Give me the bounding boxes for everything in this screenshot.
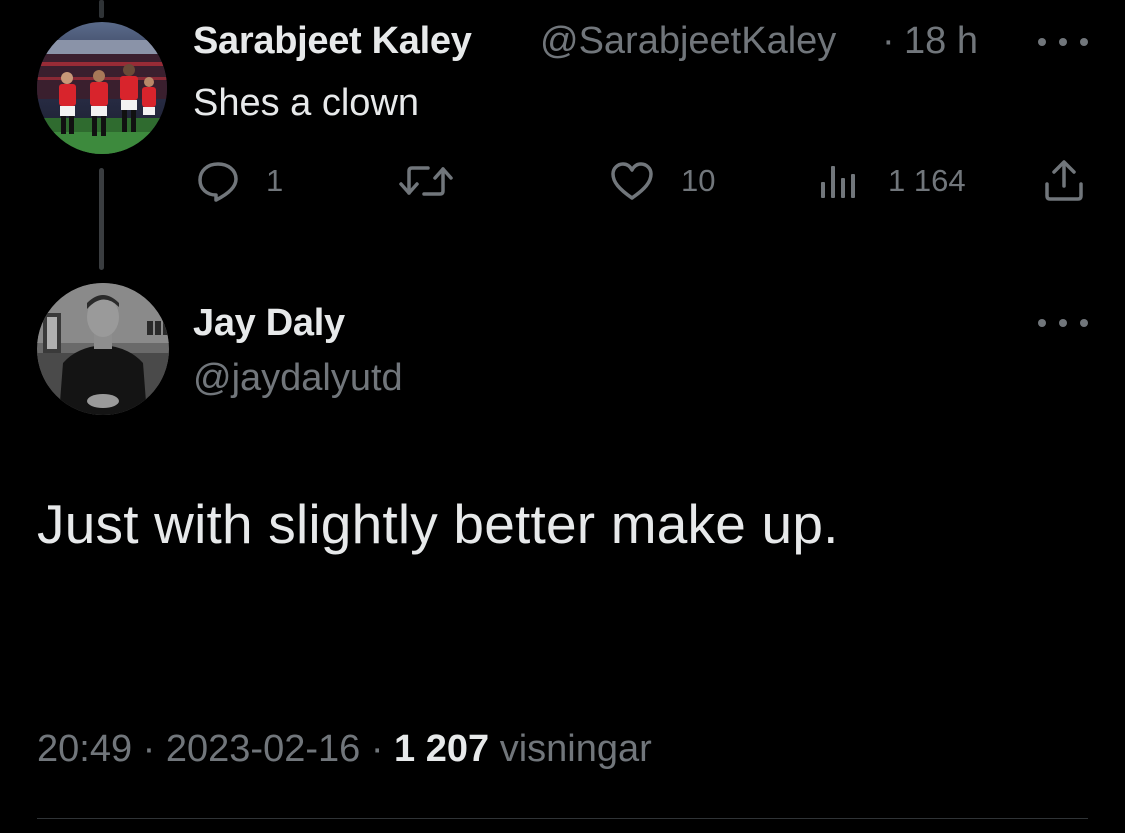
main-author-name[interactable]: Jay Daly: [193, 302, 345, 345]
heart-icon: [609, 160, 655, 202]
views-count: 1 164: [888, 163, 966, 198]
meta-separator: ·: [142, 728, 156, 770]
reply-timestamp[interactable]: 18 h: [904, 20, 978, 63]
reply-bubble-icon: [196, 160, 240, 202]
thread-connector-top: [99, 0, 104, 18]
views-total: 1 207: [394, 728, 490, 770]
reply-author-name[interactable]: Sarabjeet Kaley: [193, 20, 472, 63]
tweet-time[interactable]: 20:49: [37, 728, 132, 770]
reply-more-icon[interactable]: [1038, 32, 1088, 52]
jay-daly-avatar[interactable]: [37, 283, 169, 415]
reply-separator: ·: [882, 20, 895, 62]
meta-separator: ·: [370, 728, 384, 770]
divider: [37, 818, 1088, 819]
main-more-icon[interactable]: [1038, 313, 1088, 333]
main-author-handle[interactable]: @jaydalyutd: [193, 357, 403, 400]
retweet-icon: [398, 162, 454, 200]
share-upload-icon: [1042, 158, 1086, 202]
reply-author-handle[interactable]: @SarabjeetKaley: [540, 20, 836, 63]
dot: [1080, 319, 1088, 327]
tweet-metadata: 20:49 · 2023-02-16 · 1 207 visningar: [37, 728, 652, 771]
dot: [1038, 38, 1046, 46]
reply-count: 1: [266, 163, 284, 198]
tweet-date[interactable]: 2023-02-16: [166, 728, 360, 770]
like-count: 10: [681, 163, 716, 198]
like-action[interactable]: 10: [609, 160, 715, 202]
share-action[interactable]: [1042, 158, 1086, 202]
sarabjeet-kaley-avatar[interactable]: [37, 22, 167, 154]
thread-connector-line: [99, 168, 104, 270]
dot: [1059, 319, 1067, 327]
retweet-action[interactable]: [398, 162, 454, 200]
dot: [1059, 38, 1067, 46]
tweet-thread-view: Sarabjeet Kaley @SarabjeetKaley · 18 h S…: [0, 0, 1125, 833]
views-action[interactable]: 1 164: [818, 160, 966, 202]
reply-action[interactable]: 1: [196, 160, 283, 202]
dot: [1038, 319, 1046, 327]
views-label: visningar: [499, 728, 652, 770]
main-tweet-text: Just with slightly better make up.: [37, 493, 839, 555]
bar-chart-icon: [818, 160, 860, 202]
dot: [1080, 38, 1088, 46]
reply-tweet-text: Shes a clown: [193, 82, 420, 124]
